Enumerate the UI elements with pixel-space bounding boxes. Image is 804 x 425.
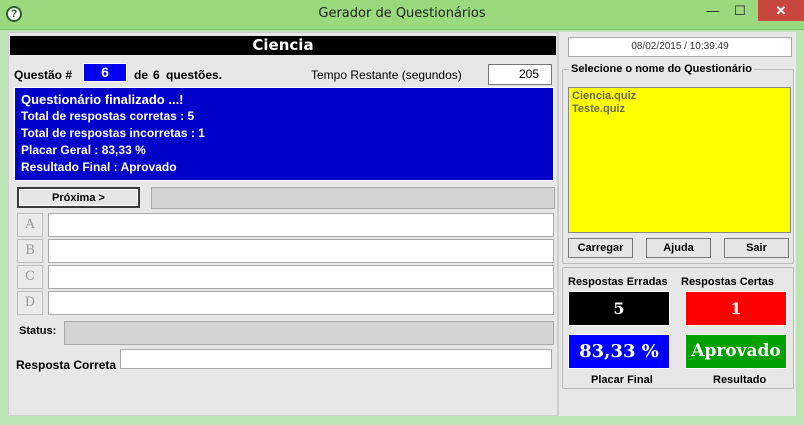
close-icon[interactable]: ✕ (758, 0, 804, 21)
datetime-display: 08/02/2015 / 10:39:49 (568, 37, 792, 57)
option-a-button[interactable]: A (17, 213, 43, 237)
help-button[interactable]: Ajuda (646, 238, 711, 258)
questions-label: questões. (166, 68, 223, 82)
list-item[interactable]: Ciencia.quiz (572, 90, 787, 103)
correct-answer-label: Resposta Correta (16, 358, 117, 372)
result-display: Questionário finalizado ...! Total de re… (14, 87, 554, 181)
result-line: Resultado Final : Aprovado (21, 160, 177, 174)
right-answers-label: Respostas Certas (681, 276, 774, 288)
maximize-icon[interactable]: ☐ (725, 0, 755, 21)
status-label: Status: (19, 325, 57, 337)
option-d-field[interactable] (48, 291, 554, 315)
option-c-button[interactable]: C (17, 265, 43, 289)
question-number: 6 (83, 63, 127, 82)
status-field (64, 321, 554, 345)
quiz-title: Ciencia (10, 36, 556, 55)
question-label: Questão # (14, 68, 73, 82)
result-line: Total de respostas corretas : 5 (21, 109, 195, 123)
load-button[interactable]: Carregar (568, 238, 633, 258)
option-b-button[interactable]: B (17, 239, 43, 263)
time-remaining-field: 205 (488, 64, 552, 85)
final-score-value: 83,33 % (568, 334, 670, 369)
result-line: Placar Geral : 83,33 % (21, 143, 146, 157)
outcome-label: Resultado (713, 374, 767, 386)
window-title: Gerador de Questionários (318, 6, 486, 21)
outcome-value: Aprovado (685, 334, 787, 369)
wrong-answers-value: 5 (568, 291, 670, 326)
question-text-field (151, 187, 555, 209)
option-b-field[interactable] (48, 239, 554, 263)
list-item[interactable]: Teste.quiz (572, 103, 787, 116)
correct-answer-field (120, 349, 552, 369)
right-answers-value: 1 (685, 291, 787, 326)
quiz-select-group: Selecione o nome do Questionário Ciencia… (562, 63, 794, 264)
next-button[interactable]: Próxima > (17, 187, 140, 208)
total-questions: 6 (153, 68, 160, 82)
result-line: Total de respostas incorretas : 1 (21, 126, 205, 140)
quiz-file-list[interactable]: Ciencia.quiz Teste.quiz (568, 87, 791, 233)
quiz-select-label: Selecione o nome do Questionário (569, 63, 754, 75)
title-bar: ? Gerador de Questionários — ☐ ✕ (0, 0, 804, 30)
quiz-panel: Ciencia Questão # 6 de 6 questões. Tempo… (8, 32, 558, 416)
minimize-icon[interactable]: — (698, 0, 728, 21)
option-a-field[interactable] (48, 213, 554, 237)
option-d-button[interactable]: D (17, 291, 43, 315)
wrong-answers-label: Respostas Erradas (568, 276, 668, 288)
side-panel: 08/02/2015 / 10:39:49 Selecione o nome d… (558, 32, 796, 416)
final-score-label: Placar Final (591, 374, 653, 386)
of-label: de (134, 68, 149, 82)
time-label: Tempo Restante (segundos) (311, 68, 462, 82)
exit-button[interactable]: Sair (724, 238, 789, 258)
option-c-field[interactable] (48, 265, 554, 289)
stats-group: Respostas Erradas Respostas Certas 5 1 8… (562, 267, 794, 389)
result-line: Questionário finalizado ...! (21, 92, 184, 107)
